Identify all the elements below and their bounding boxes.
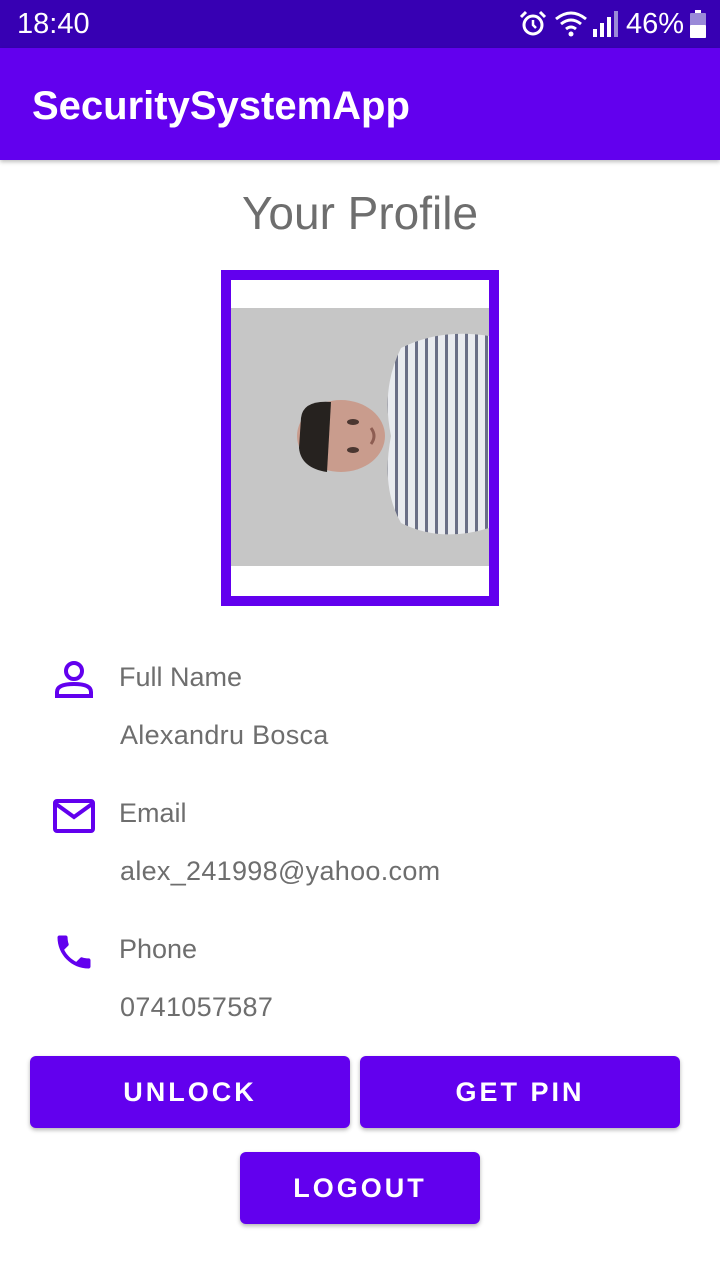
battery-percent: 46% — [625, 7, 684, 40]
status-time: 18:40 — [17, 8, 90, 40]
full-name-label: Full Name — [119, 662, 243, 692]
signal-icon — [592, 9, 618, 39]
email-label: Email — [119, 798, 187, 828]
status-icons: 46% — [518, 8, 706, 40]
phone-icon — [52, 930, 96, 979]
phone-label: Phone — [119, 934, 198, 964]
person-icon — [52, 660, 96, 705]
phone-value: 0741057587 — [120, 992, 274, 1022]
wifi-icon — [554, 9, 588, 39]
email-value: alex_241998@yahoo.com — [120, 856, 441, 886]
alarm-icon — [518, 9, 548, 39]
logout-button[interactable]: LOGOUT — [240, 1152, 480, 1224]
status-bar: 18:40 46% — [0, 0, 720, 48]
get-pin-button[interactable]: GET PIN — [360, 1056, 680, 1128]
battery-icon — [690, 10, 706, 38]
email-icon — [52, 798, 96, 839]
app-bar: SecuritySystemApp — [0, 48, 720, 160]
profile-photo-frame[interactable] — [221, 270, 499, 606]
unlock-button[interactable]: UNLOCK — [30, 1056, 350, 1128]
full-name-value: Alexandru Bosca — [120, 720, 329, 750]
page-title: Your Profile — [241, 187, 479, 239]
app-title: SecuritySystemApp — [32, 84, 410, 128]
profile-photo — [231, 308, 489, 566]
